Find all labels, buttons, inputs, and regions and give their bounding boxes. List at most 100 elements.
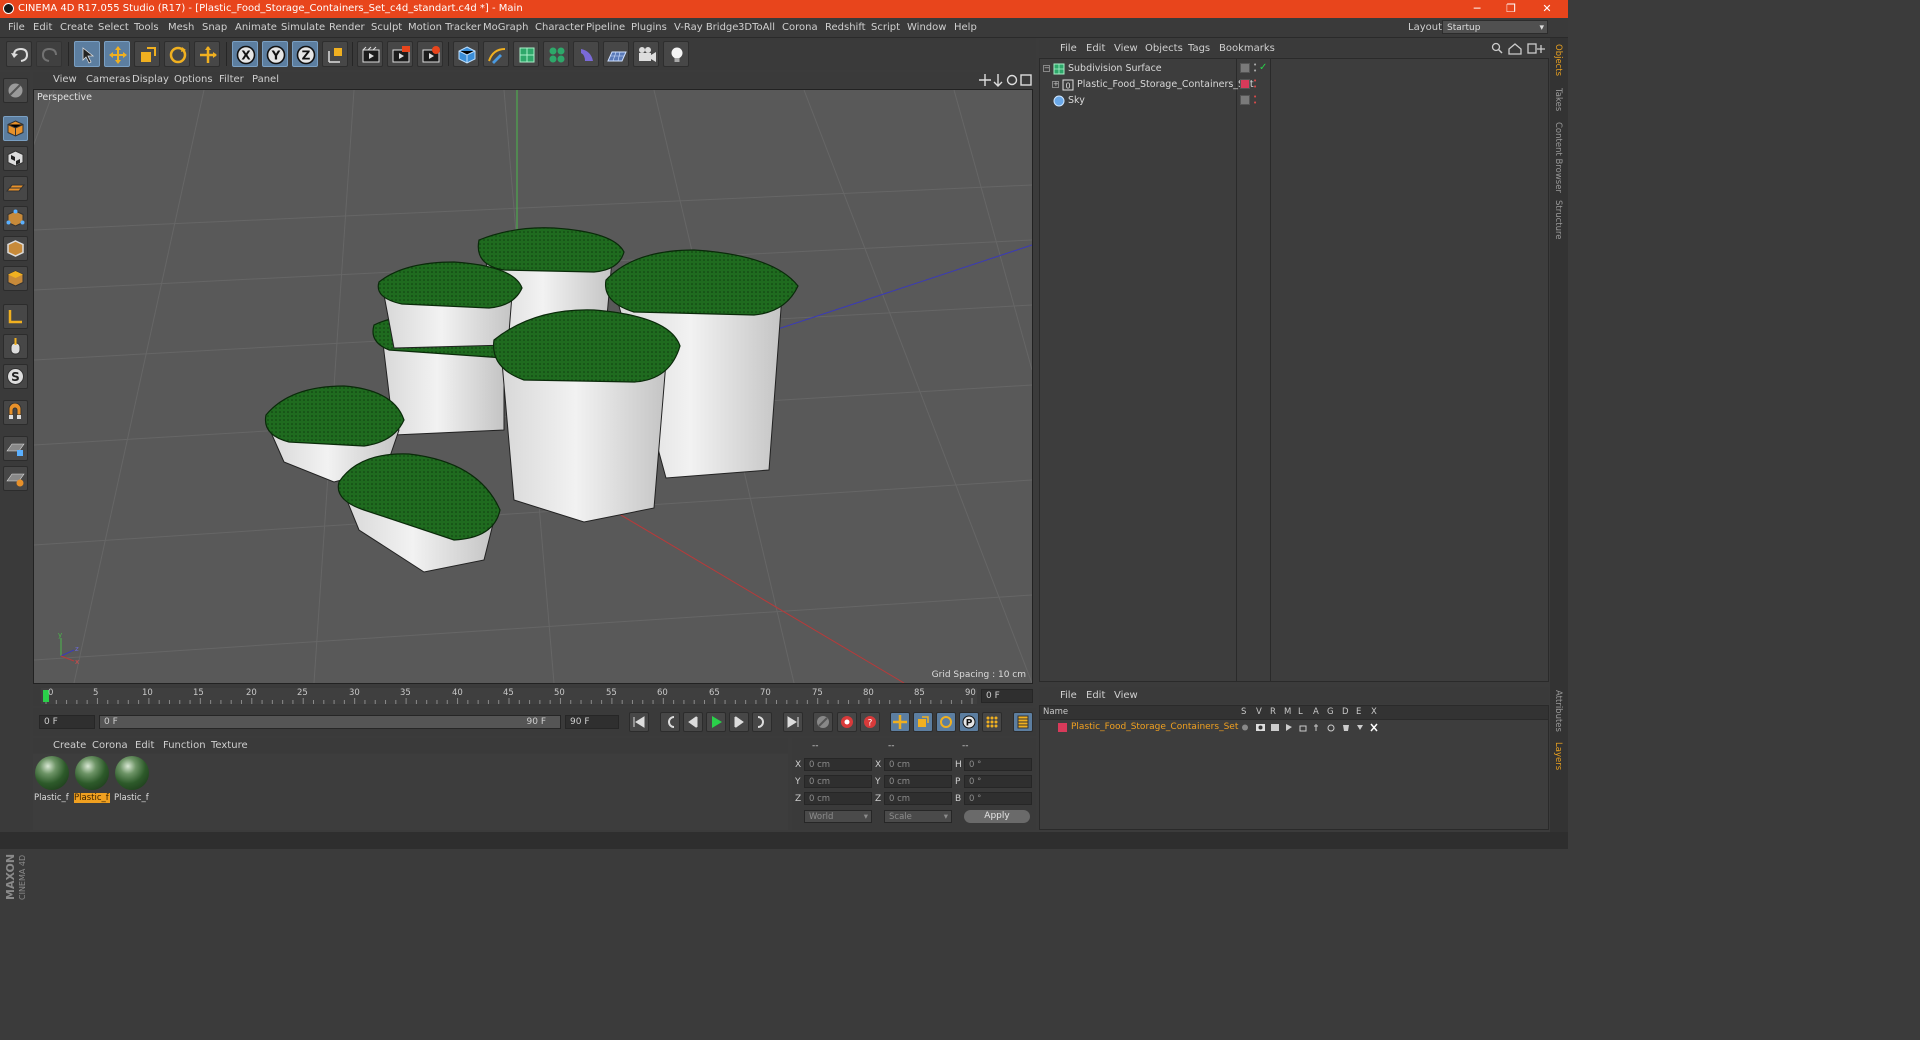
- keyframe-selection-button[interactable]: [813, 712, 833, 732]
- light-button[interactable]: [663, 41, 689, 67]
- size-mode-select[interactable]: Scale ▾: [884, 810, 952, 823]
- viewport-menu-panel[interactable]: Panel: [252, 74, 279, 85]
- timeline-window-button[interactable]: [1013, 712, 1033, 732]
- menu-motion-tracker[interactable]: Motion Tracker: [408, 22, 481, 33]
- layers-menu-view[interactable]: View: [1114, 690, 1138, 701]
- size-x-field[interactable]: 0 cm: [884, 758, 952, 771]
- size-z-field[interactable]: 0 cm: [884, 792, 952, 805]
- record-parameter-button[interactable]: P: [959, 712, 979, 732]
- viewport-menu-options[interactable]: Options: [174, 74, 213, 85]
- start-frame-field[interactable]: 0 F: [39, 715, 95, 729]
- close-button[interactable]: ✕: [1532, 1, 1562, 17]
- menu-render[interactable]: Render: [329, 22, 365, 33]
- next-frame-button[interactable]: [729, 712, 749, 732]
- floor-button[interactable]: [603, 41, 629, 67]
- rotation-p-field[interactable]: 0 °: [964, 775, 1032, 788]
- position-z-field[interactable]: 0 cm: [804, 792, 872, 805]
- material-swatch[interactable]: Plastic_f: [114, 756, 150, 803]
- snap-button[interactable]: S: [3, 364, 28, 389]
- rotate-tool[interactable]: [164, 41, 190, 67]
- material-menu-texture[interactable]: Texture: [211, 740, 248, 751]
- viewport-menu-cameras[interactable]: Cameras: [86, 74, 130, 85]
- render-to-picture-viewer-button[interactable]: [387, 41, 413, 67]
- frame-range-slider[interactable]: 0 F 90 F: [99, 715, 561, 729]
- objects-menu-edit[interactable]: Edit: [1086, 43, 1105, 54]
- column-generators[interactable]: G: [1327, 707, 1334, 717]
- expand-icon[interactable]: +: [1052, 81, 1059, 88]
- menu-vray-bridge[interactable]: V-Ray Bridge: [674, 22, 738, 33]
- record-active-objects-button[interactable]: [837, 712, 857, 732]
- menu-sculpt[interactable]: Sculpt: [371, 22, 402, 33]
- column-deformers[interactable]: D: [1342, 707, 1349, 717]
- menu-mesh[interactable]: Mesh: [168, 22, 194, 33]
- visibility-dots-icon[interactable]: • •: [1253, 78, 1257, 91]
- perspective-viewport[interactable]: y z x Perspective Grid Spacing : 10 cm: [33, 89, 1033, 684]
- layer-toggle-icons[interactable]: [1240, 722, 1380, 733]
- material-menu-function[interactable]: Function: [163, 740, 206, 751]
- record-scale-button[interactable]: [913, 712, 933, 732]
- menu-corona[interactable]: Corona: [782, 22, 818, 33]
- magnet-tool-button[interactable]: [3, 400, 28, 425]
- undo-button[interactable]: [6, 41, 32, 67]
- layer-color-swatch[interactable]: [1240, 95, 1250, 105]
- column-manager[interactable]: M: [1284, 707, 1291, 717]
- material-swatch-selected[interactable]: Plastic_f: [74, 756, 110, 803]
- objects-menu-file[interactable]: File: [1060, 43, 1077, 54]
- position-y-field[interactable]: 0 cm: [804, 775, 872, 788]
- collapse-icon[interactable]: −: [1043, 65, 1050, 72]
- material-menu-edit[interactable]: Edit: [135, 740, 154, 751]
- object-row-sky[interactable]: Sky • •: [1040, 93, 1548, 109]
- column-expressions[interactable]: E: [1356, 707, 1361, 717]
- current-frame-field[interactable]: 0 F: [981, 689, 1033, 703]
- tab-objects[interactable]: Objects: [1553, 44, 1563, 76]
- menu-create[interactable]: Create: [60, 22, 93, 33]
- record-point-level-button[interactable]: [982, 712, 1002, 732]
- tab-takes[interactable]: Takes: [1553, 88, 1563, 111]
- material-menu-create[interactable]: Create: [53, 740, 86, 751]
- record-rotation-button[interactable]: [936, 712, 956, 732]
- timeline-ruler[interactable]: 0 5 10 15 20 25 30 35 40 45 50 55 60 65 …: [33, 686, 1033, 706]
- object-manager-tools[interactable]: [1491, 42, 1547, 55]
- previous-frame-button[interactable]: [683, 712, 703, 732]
- layer-color-swatch[interactable]: [1240, 63, 1250, 73]
- column-solo[interactable]: S: [1241, 707, 1246, 717]
- scale-tool[interactable]: [134, 41, 160, 67]
- viewport-menu-filter[interactable]: Filter: [219, 74, 244, 85]
- menu-help[interactable]: Help: [954, 22, 977, 33]
- tab-content-browser[interactable]: Content Browser: [1553, 122, 1563, 193]
- apply-button[interactable]: Apply: [964, 810, 1030, 823]
- cloner-button[interactable]: [543, 41, 569, 67]
- menu-script[interactable]: Script: [871, 22, 900, 33]
- go-to-start-button[interactable]: [629, 712, 649, 732]
- autokeying-button[interactable]: ?: [860, 712, 880, 732]
- render-view-button[interactable]: [357, 41, 383, 67]
- record-position-button[interactable]: [890, 712, 910, 732]
- transform-tool[interactable]: [194, 41, 220, 67]
- workplane-mode-button[interactable]: [3, 176, 28, 201]
- timeline-track[interactable]: 0 5 10 15 20 25 30 35 40 45 50 55 60 65 …: [41, 688, 977, 704]
- restore-button[interactable]: ❐: [1496, 1, 1526, 17]
- texture-mode-button[interactable]: [3, 146, 28, 171]
- lock-workplane-button[interactable]: [3, 436, 28, 461]
- menu-window[interactable]: Window: [907, 22, 946, 33]
- enabled-check-icon[interactable]: ✓: [1259, 62, 1267, 73]
- object-row-containers-set[interactable]: + 0 Plastic_Food_Storage_Containers_Set …: [1040, 77, 1548, 93]
- x-axis-lock-button[interactable]: X: [232, 41, 258, 67]
- subdivision-surface-button[interactable]: [513, 41, 539, 67]
- layers-menu-file[interactable]: File: [1060, 690, 1077, 701]
- menu-file[interactable]: File: [8, 22, 25, 33]
- material-swatch[interactable]: Plastic_f: [34, 756, 70, 803]
- column-render[interactable]: R: [1270, 707, 1276, 717]
- z-axis-lock-button[interactable]: Z: [292, 41, 318, 67]
- objects-menu-view[interactable]: View: [1114, 43, 1138, 54]
- menu-character[interactable]: Character: [535, 22, 584, 33]
- cube-primitive-button[interactable]: [453, 41, 479, 67]
- menu-animate[interactable]: Animate: [235, 22, 277, 33]
- model-mode-button[interactable]: [3, 116, 28, 141]
- objects-menu-bookmarks[interactable]: Bookmarks: [1219, 43, 1275, 54]
- visibility-dots-icon[interactable]: • •: [1253, 94, 1257, 107]
- live-selection-tool[interactable]: [74, 41, 100, 67]
- spline-pen-button[interactable]: [483, 41, 509, 67]
- menu-redshift[interactable]: Redshift: [825, 22, 866, 33]
- layer-row[interactable]: Plastic_Food_Storage_Containers_Set: [1040, 720, 1548, 736]
